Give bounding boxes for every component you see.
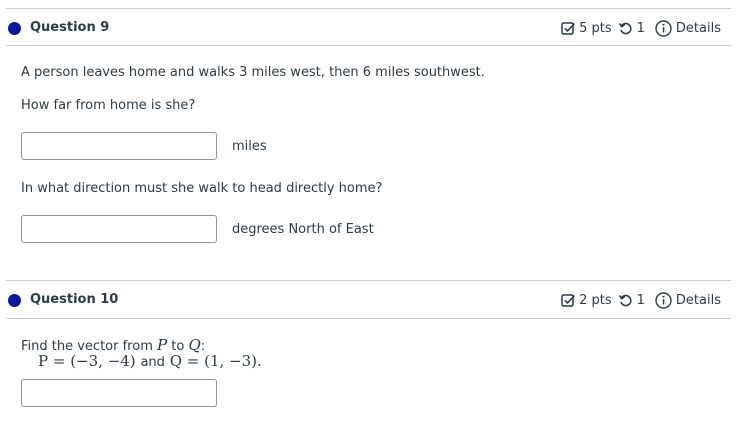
question-meta: 5 pts 1 Details [561,20,721,37]
question-10-header-divider [6,318,731,319]
question-10-header: Question 10 2 pts 1 Details [0,282,737,318]
question-9-header-divider [6,45,731,46]
math-expression: P = (−3, −4) and Q = (1, −3). [38,352,262,370]
attempts-count: 1 [636,293,645,308]
question-title: Question 10 [30,292,119,307]
distance-answer-input[interactable] [21,132,217,160]
question-prompt: A person leaves home and walks 3 miles w… [21,65,485,80]
details-link[interactable]: Details [676,21,721,36]
attempts-count: 1 [636,21,645,36]
question-9-top-divider [6,8,731,9]
points-value: 5 pts [579,21,612,36]
direction-unit-label: degrees North of East [232,222,374,237]
point-p-coordinates: P = (−3, −4) [38,352,136,370]
info-circle-icon[interactable] [655,292,672,309]
retry-icon [618,293,633,308]
point-q-coordinates: Q = (1, −3). [169,352,262,370]
question-status-dot [8,22,21,35]
info-circle-icon[interactable] [655,20,672,37]
sub-question-direction: In what direction must she walk to head … [21,181,383,196]
vector-answer-input[interactable] [21,379,217,407]
points-value: 2 pts [579,293,612,308]
question-9-header: Question 9 5 pts 1 Details [0,10,737,46]
sub-question-distance: How far from home is she? [21,98,196,113]
points-icon [561,293,576,308]
question-status-dot [8,294,21,307]
question-meta: 2 pts 1 Details [561,292,721,309]
direction-answer-input[interactable] [21,215,217,243]
points-icon [561,21,576,36]
retry-icon [618,21,633,36]
question-title: Question 9 [30,20,110,35]
details-link[interactable]: Details [676,293,721,308]
distance-unit-label: miles [232,139,267,154]
math-and-word: and [140,355,165,370]
question-10-top-divider [6,280,731,281]
